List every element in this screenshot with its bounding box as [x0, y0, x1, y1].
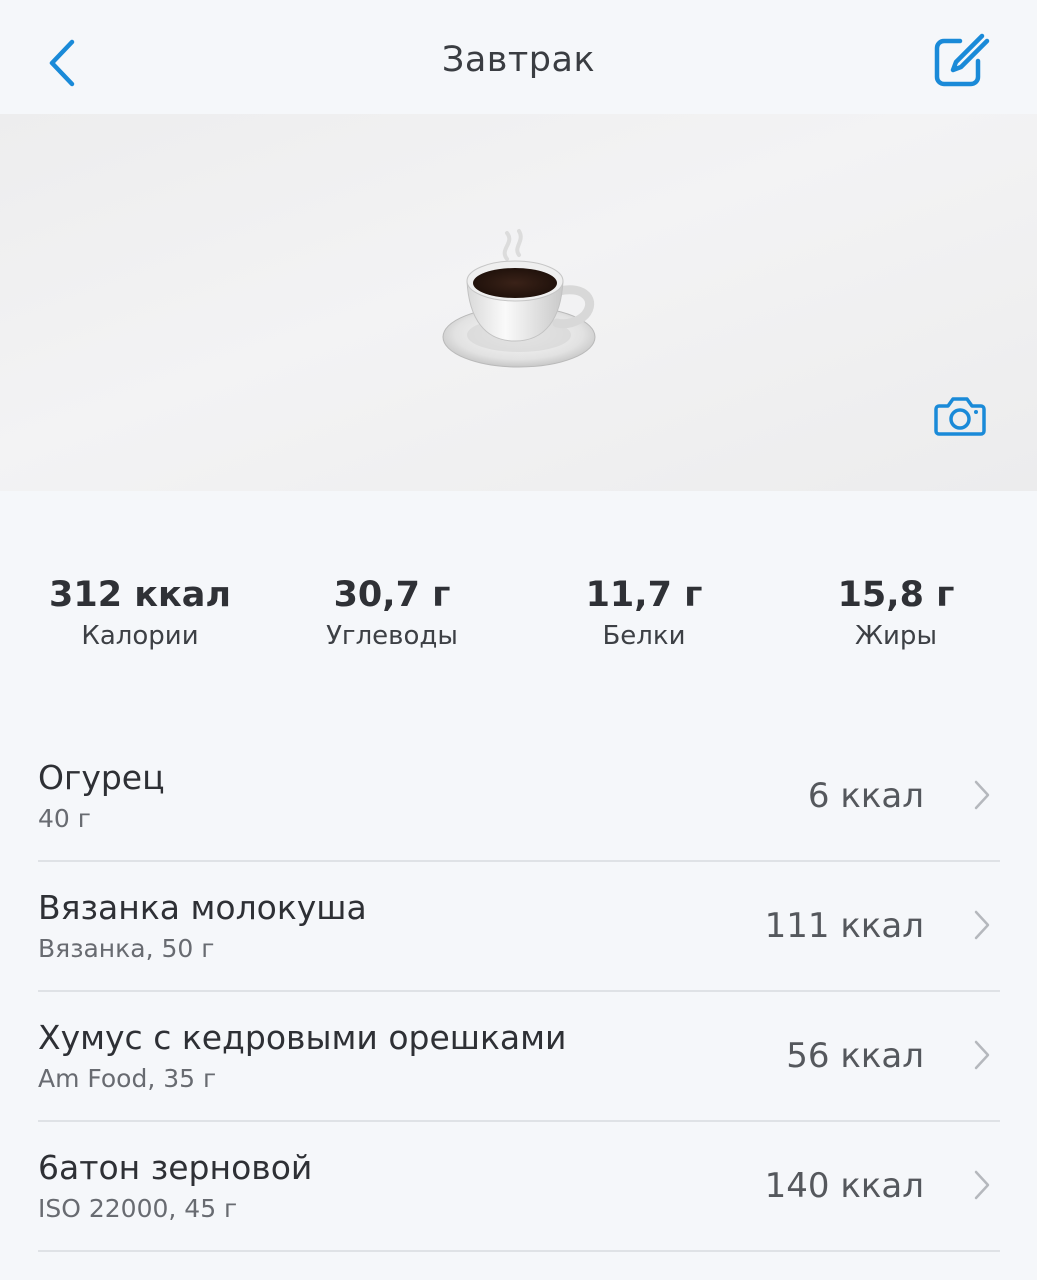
coffee-cup-icon: [442, 229, 596, 368]
food-name: Хумус с кедровыми орешками: [38, 1018, 567, 1057]
food-name: Вязанка молокуша: [38, 888, 367, 927]
food-calories: 56 ккал: [786, 1036, 924, 1076]
stat-label: Белки: [602, 621, 686, 651]
food-calories: 6 ккал: [807, 776, 924, 816]
edit-square-icon: [934, 33, 990, 87]
stat-label: Калории: [81, 621, 199, 651]
food-detail: 40 г: [38, 804, 91, 833]
food-detail: ISO 22000, 45 г: [38, 1194, 238, 1223]
food-name: 6атон зерновой: [38, 1148, 313, 1187]
stat-value: 15,8 г: [837, 575, 955, 615]
meal-photo: [0, 114, 1037, 491]
food-item[interactable]: Хумус с кедровыми орешками Am Food, 35 г…: [38, 992, 1000, 1122]
edit-button[interactable]: [930, 32, 990, 90]
stat-protein: 11,7 г Белки: [519, 570, 769, 652]
food-detail: Am Food, 35 г: [38, 1064, 217, 1093]
stat-value: 312 ккал: [48, 575, 231, 615]
food-detail: Вязанка, 50 г: [38, 934, 215, 963]
food-item[interactable]: 6атон зерновой ISO 22000, 45 г 140 ккал: [38, 1122, 1000, 1252]
food-calories: 111 ккал: [764, 906, 924, 946]
camera-button[interactable]: [933, 394, 987, 438]
food-calories: 140 ккал: [764, 1166, 924, 1206]
chevron-right-icon: [974, 1170, 990, 1200]
stat-value: 30,7 г: [333, 575, 451, 615]
top-bar: Завтрак: [0, 0, 1037, 114]
chevron-right-icon: [974, 910, 990, 940]
stat-label: Жиры: [855, 621, 937, 651]
food-list: Огурец 40 г 6 ккал Вязанка молокуша Вяза…: [38, 732, 1000, 1252]
stat-value: 11,7 г: [585, 575, 703, 615]
food-name: Огурец: [38, 758, 165, 797]
camera-icon: [934, 397, 986, 436]
stat-label: Углеводы: [326, 621, 458, 651]
chevron-right-icon: [974, 780, 990, 810]
food-item[interactable]: Огурец 40 г 6 ккал: [38, 732, 1000, 862]
chevron-right-icon: [974, 1040, 990, 1070]
stat-calories: 312 ккал Калории: [15, 570, 265, 652]
stat-fat: 15,8 г Жиры: [771, 570, 1021, 652]
page-title: Завтрак: [441, 40, 596, 80]
stat-carbs: 30,7 г Углеводы: [267, 570, 517, 652]
nutrition-summary: 312 ккал Калории 30,7 г Углеводы 11,7 г …: [0, 570, 1037, 660]
food-item[interactable]: Вязанка молокуша Вязанка, 50 г 111 ккал: [38, 862, 1000, 992]
